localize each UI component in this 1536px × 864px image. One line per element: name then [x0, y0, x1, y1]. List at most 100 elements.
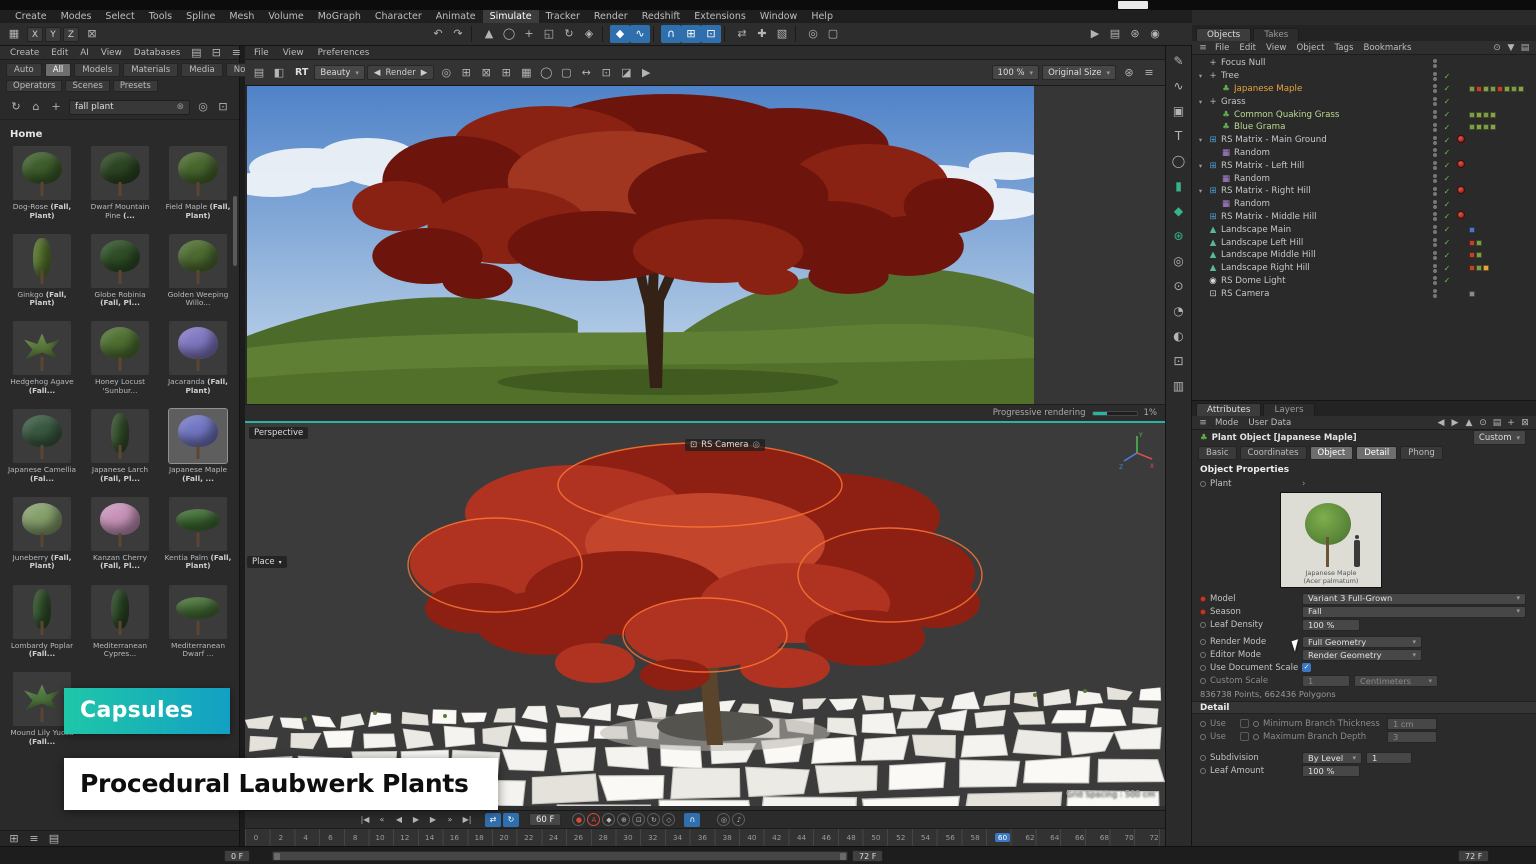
- ruler-tick-28[interactable]: 28: [598, 833, 608, 842]
- object-row[interactable]: ▾ ⊞ RS Matrix - Main Ground ✓: [1192, 134, 1536, 147]
- asset-menu-ai[interactable]: AI: [74, 48, 95, 58]
- ruler-tick-54[interactable]: 54: [921, 833, 931, 842]
- home-icon[interactable]: ⌂: [26, 98, 46, 116]
- ruler-tick-8[interactable]: 8: [350, 833, 360, 842]
- plant-item[interactable]: Hedgehog Agave (Fall...: [6, 321, 78, 403]
- tag-icons[interactable]: [1469, 240, 1531, 246]
- user-data-menu[interactable]: User Data: [1243, 418, 1296, 428]
- object-row[interactable]: + Focus Null: [1192, 57, 1536, 70]
- axis-mode-icon[interactable]: ✚: [752, 25, 772, 43]
- keyframe-snap-button[interactable]: ∩: [684, 813, 700, 827]
- objects-menu-file[interactable]: File: [1210, 43, 1234, 53]
- save-image-icon[interactable]: ▤: [249, 64, 269, 82]
- asset-menu-view[interactable]: View: [95, 48, 128, 58]
- ruler-tick-22[interactable]: 22: [524, 833, 534, 842]
- perspective-viewport[interactable]: Perspective Place ▾ ⊡RS Camera◎ Y X Z Gr…: [245, 421, 1165, 806]
- visibility-dots[interactable]: [1433, 59, 1439, 68]
- visibility-dots[interactable]: [1433, 136, 1439, 145]
- anim-dot[interactable]: [1200, 639, 1206, 645]
- visibility-dots[interactable]: [1433, 212, 1439, 221]
- enable-check-icon[interactable]: ✓: [1442, 136, 1452, 145]
- move-tool-icon[interactable]: +: [519, 25, 539, 43]
- object-label[interactable]: RS Matrix - Right Hill: [1221, 186, 1430, 196]
- asset-tab-media[interactable]: Media: [181, 63, 223, 77]
- current-frame-field[interactable]: 60 F: [529, 813, 561, 826]
- plant-item[interactable]: Japanese Camellia (Fal...: [6, 409, 78, 491]
- view-menu-icon[interactable]: ≡: [1139, 64, 1159, 82]
- anim-dot[interactable]: [1200, 755, 1206, 761]
- visibility-dots[interactable]: [1433, 161, 1439, 170]
- goto-end-button[interactable]: ▶|: [459, 813, 475, 827]
- asset-subtab-scenes[interactable]: Scenes: [65, 80, 109, 92]
- ruler-tick-60[interactable]: 60: [995, 833, 1010, 842]
- forward-icon[interactable]: ▶: [1448, 414, 1462, 432]
- expand-arrow-icon[interactable]: ▾: [1196, 162, 1205, 170]
- expand-arrow-icon[interactable]: ▾: [1196, 98, 1205, 106]
- object-row[interactable]: ▦ Random ✓: [1192, 147, 1536, 160]
- render-picture-viewer-icon[interactable]: ▤: [1105, 25, 1125, 43]
- fit-width-icon[interactable]: ↔: [576, 64, 596, 82]
- history-icon[interactable]: ▤: [1490, 414, 1504, 432]
- asset-scrollbar[interactable]: [233, 196, 237, 266]
- record-rotation-button[interactable]: ↻: [647, 813, 660, 826]
- custom-scale-unit-dropdown[interactable]: Centimeters▾: [1354, 675, 1438, 687]
- region-icon[interactable]: ▢: [823, 25, 843, 43]
- visibility-dots[interactable]: [1433, 264, 1439, 273]
- prev-key-button[interactable]: «: [374, 813, 390, 827]
- prev-frame-button[interactable]: ◀: [391, 813, 407, 827]
- object-row[interactable]: ▲ Landscape Right Hill ✓: [1192, 262, 1536, 275]
- expand-arrow-icon[interactable]: ▾: [1196, 136, 1205, 144]
- asset-menu-databases[interactable]: Databases: [128, 48, 187, 58]
- objects-menu-edit[interactable]: Edit: [1234, 43, 1261, 53]
- record-button[interactable]: ●: [572, 813, 585, 826]
- solo-anim-button[interactable]: ◎: [717, 813, 730, 826]
- expand-arrow-icon[interactable]: ▾: [1196, 72, 1205, 80]
- text-icon[interactable]: T: [1168, 125, 1190, 147]
- anim-dot[interactable]: [1200, 678, 1206, 684]
- full-size-icon[interactable]: ⊡: [596, 64, 616, 82]
- info-icon[interactable]: ▤: [44, 830, 64, 848]
- anim-dot[interactable]: [1253, 721, 1259, 727]
- clock-icon[interactable]: ◔: [1168, 300, 1190, 322]
- ruler-tick-40[interactable]: 40: [747, 833, 757, 842]
- ruler-tick-42[interactable]: 42: [772, 833, 782, 842]
- record-position-button[interactable]: ⊕: [617, 813, 630, 826]
- expand-chevron-icon[interactable]: ›: [1302, 479, 1305, 489]
- anim-dot[interactable]: [1200, 652, 1206, 658]
- visibility-dots[interactable]: [1433, 200, 1439, 209]
- ruler-tick-68[interactable]: 68: [1099, 833, 1109, 842]
- menu-mesh[interactable]: Mesh: [222, 10, 261, 24]
- subdivision-field[interactable]: 1: [1366, 752, 1412, 764]
- leaf-amount-field[interactable]: 100 %: [1302, 765, 1360, 777]
- material-ball-icon[interactable]: [1455, 186, 1466, 197]
- panel-menu-icon[interactable]: ≡: [226, 44, 246, 62]
- timeline-ruler[interactable]: 0246810121416182022242628303234363840424…: [245, 828, 1165, 846]
- rotate-tool-icon[interactable]: ↻: [559, 25, 579, 43]
- select-tool-icon[interactable]: ▲: [479, 25, 499, 43]
- anim-dot[interactable]: [1200, 665, 1206, 671]
- plant-item[interactable]: Kentia Palm (Fall, Plant): [162, 497, 234, 579]
- list-view-icon[interactable]: ≡: [24, 830, 44, 848]
- viewport-label[interactable]: Perspective: [249, 427, 308, 439]
- object-row[interactable]: ▦ Random ✓: [1192, 172, 1536, 185]
- object-row[interactable]: ♣ Common Quaking Grass ✓: [1192, 108, 1536, 121]
- enable-check-icon[interactable]: ✓: [1442, 174, 1452, 183]
- asset-tab-auto[interactable]: Auto: [6, 63, 42, 77]
- menu-render[interactable]: Render: [587, 10, 635, 24]
- object-label[interactable]: Tree: [1221, 71, 1430, 81]
- simulate-rope-icon[interactable]: ∿: [630, 25, 650, 43]
- circle-mask-icon[interactable]: ◯: [536, 64, 556, 82]
- search-icon[interactable]: ⊙: [1476, 414, 1490, 432]
- ruler-tick-34[interactable]: 34: [673, 833, 683, 842]
- record-scale-button[interactable]: ⊡: [632, 813, 645, 826]
- visibility-dots[interactable]: [1433, 123, 1439, 132]
- ruler-tick-50[interactable]: 50: [871, 833, 881, 842]
- camera-label[interactable]: ⊡RS Camera◎: [685, 439, 765, 451]
- object-label[interactable]: RS Matrix - Middle Hill: [1221, 212, 1430, 222]
- ruler-tick-16[interactable]: 16: [449, 833, 459, 842]
- enable-check-icon[interactable]: ✓: [1442, 225, 1452, 234]
- axis-x-button[interactable]: X: [27, 27, 43, 42]
- refresh-icon[interactable]: ↻: [6, 98, 26, 116]
- grid-icon[interactable]: ⊞: [496, 64, 516, 82]
- render-view-icon[interactable]: ▶: [1085, 25, 1105, 43]
